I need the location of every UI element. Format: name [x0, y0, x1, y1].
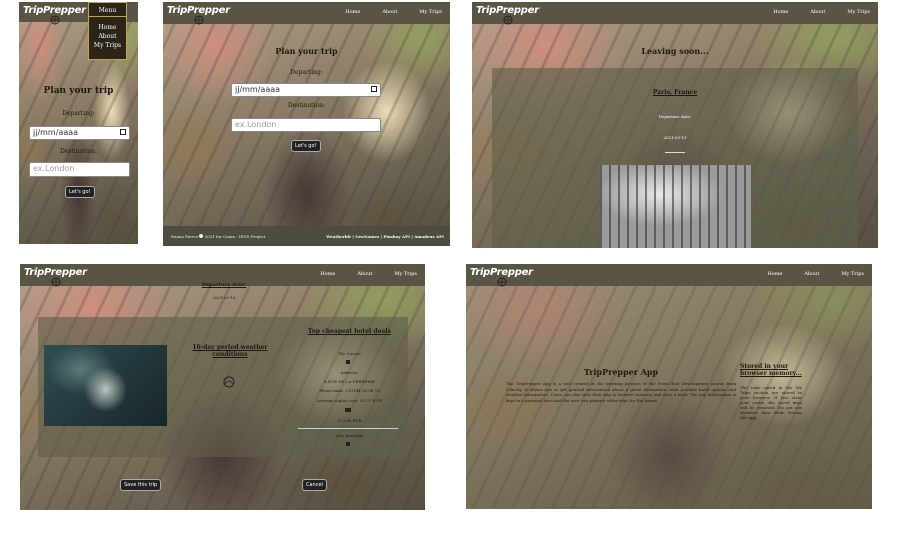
destination-label: Destination: [59, 148, 98, 155]
navbar: TripPrepper Home About My Trips [466, 264, 872, 287]
globe-icon [194, 15, 204, 25]
plan-title: Plan your trip [43, 86, 114, 96]
footer: Emma Pierce 2021 for Cnam - IENS Project… [163, 226, 450, 246]
more-icon [346, 442, 350, 446]
menu-item-my-trips[interactable]: My Trips [89, 42, 126, 49]
departure-date-input[interactable]: jj/mm/aaaa [231, 83, 381, 97]
also-available-label: Also available [335, 433, 364, 438]
footer-credit: Emma Pierce 2021 for Cnam - IENS Project [171, 234, 266, 239]
storage-title: Stored in your browser memory... [740, 363, 802, 377]
leaving-title: Leaving soon... [641, 46, 709, 56]
departure-date-value: 2021-03-13 [663, 135, 687, 140]
nav-my-trips[interactable]: My Trips [841, 271, 864, 277]
github-icon[interactable] [199, 234, 204, 238]
nav-about[interactable]: About [810, 9, 825, 15]
destination-input[interactable]: ex.London [231, 118, 381, 132]
nav-home[interactable]: Home [320, 271, 335, 277]
plan-title: Plan your trip [275, 46, 338, 56]
calendar-icon[interactable] [120, 129, 126, 135]
hotel-address: 8 RUE DE LA VERRERIE [324, 379, 375, 384]
divider [665, 152, 685, 153]
nav-home[interactable]: Home [345, 9, 360, 15]
navbar: TripPrepper Home About My Trips [472, 2, 878, 25]
departure-date-input[interactable]: jj/mm/aaaa [29, 126, 130, 140]
globe-icon [51, 277, 61, 287]
about-panel: TripPrepper Home About My Trips TripPrep… [466, 264, 872, 509]
hotel-price-line: Average nights cost: 51.07 EUR [317, 398, 382, 403]
cancel-button[interactable]: Cancel [302, 479, 327, 491]
hotel-bed-icon [346, 360, 350, 364]
destination-photo [600, 165, 751, 248]
menu-toggle[interactable]: Menu [89, 7, 126, 14]
nav-about[interactable]: About [804, 271, 819, 277]
weather-title[interactable]: 16-day period weather conditions [190, 344, 270, 358]
departing-label: Departing: [290, 69, 323, 76]
hotel-phone: Phone num: +33144 39 08 73 [319, 388, 380, 393]
globe-icon [497, 277, 507, 287]
leaving-soon-panel: TripPrepper Home About My Trips Leaving … [472, 2, 878, 248]
footer-api-links[interactable]: Weatherbit | GeoNames | Pixabay API | Am… [326, 234, 444, 239]
destination-label: Destination: [287, 102, 326, 109]
nav-my-trips[interactable]: My Trips [419, 9, 442, 15]
divider [298, 428, 398, 429]
calendar-icon[interactable] [371, 86, 377, 92]
mobile-panel: TripPrepper Menu Home About My Trips Pla… [19, 2, 138, 244]
hotel-name: The Corner [337, 351, 362, 356]
globe-icon [50, 15, 60, 25]
menu-item-about[interactable]: About [89, 33, 126, 40]
about-body: The TripPrepper App is a tool created at… [506, 381, 736, 403]
departing-label: Departing: [62, 110, 95, 117]
lets-go-button[interactable]: Let's go! [65, 186, 95, 198]
destination-painting [44, 345, 167, 426]
nav-about[interactable]: About [382, 9, 397, 15]
trip-details-panel: TripPrepper Home About My Trips Departur… [20, 264, 425, 510]
about-title: TripPrepper App [583, 367, 659, 377]
address-label: Address: [340, 370, 359, 375]
nav-home[interactable]: Home [767, 271, 782, 277]
mail-icon [345, 408, 351, 412]
lets-go-button[interactable]: Let's go! [291, 140, 321, 152]
desktop-plan-panel: TripPrepper Home About My Trips Plan you… [163, 2, 450, 246]
departure-date-value: 2021-03-19 [212, 295, 236, 300]
trip-city-link[interactable]: Paris, France [472, 89, 878, 96]
menu-item-home[interactable]: Home [89, 24, 126, 31]
navbar: TripPrepper Home About My Trips [163, 2, 450, 25]
weather-cloud-icon [223, 376, 235, 388]
nav-my-trips[interactable]: My Trips [394, 271, 417, 277]
dropdown-menu: Menu Home About My Trips [88, 2, 127, 60]
hotel-price: 123.36 EUR [337, 418, 362, 423]
nav-my-trips[interactable]: My Trips [847, 9, 870, 15]
save-trip-button[interactable]: Save this trip [120, 479, 162, 491]
departure-date-label: Departure date: [201, 282, 247, 288]
nav-home[interactable]: Home [773, 9, 788, 15]
departure-date-label: Departure date: [658, 114, 692, 119]
globe-icon [503, 15, 513, 25]
storage-body: The trips saved in the My Trips section … [740, 385, 802, 420]
hotels-title[interactable]: Top cheapest hotel deals [303, 328, 396, 335]
destination-input[interactable]: ex.London [29, 162, 130, 177]
nav-about[interactable]: About [357, 271, 372, 277]
